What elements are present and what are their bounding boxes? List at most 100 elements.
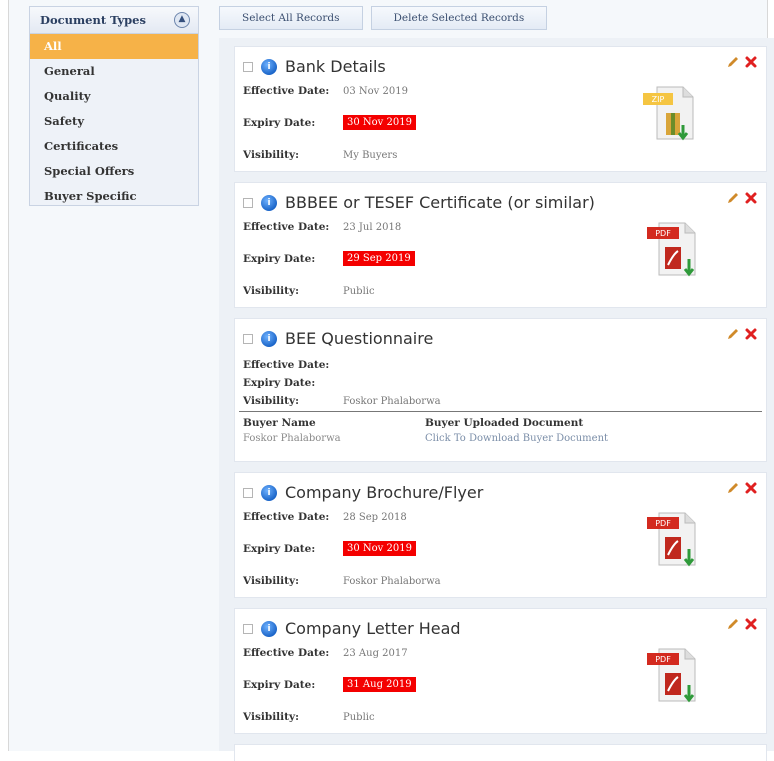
record-actions	[726, 327, 758, 341]
effective-date-label: Effective Date:	[243, 359, 330, 371]
buyer-name-value: Foskor Phalaborwa	[243, 433, 341, 444]
visibility-field: Visibility: Foskor Phalaborwa	[243, 575, 441, 587]
expiry-date-value: 30 Nov 2019	[343, 115, 416, 130]
record-card: i Bank Details Effective Date: 03 Nov 20…	[234, 46, 767, 172]
expiry-date-label: Expiry Date:	[243, 542, 316, 555]
buyer-document-column: Buyer Uploaded Document Click To Downloa…	[425, 417, 608, 444]
download-buyer-document-link[interactable]: Click To Download Buyer Document	[425, 433, 608, 444]
x-icon[interactable]	[744, 55, 758, 69]
expiry-date-value: 31 Aug 2019	[343, 677, 416, 692]
chevron-up-icon[interactable]: ▲	[174, 12, 190, 28]
effective-date-label: Effective Date:	[243, 647, 330, 659]
buyer-separator	[239, 411, 762, 412]
record-checkbox[interactable]	[243, 61, 253, 72]
record-card: i Company Letter Head Effective Date: 23…	[234, 608, 767, 734]
expiry-date-label: Expiry Date:	[243, 678, 316, 691]
record-title: BBBEE or TESEF Certificate (or similar)	[285, 193, 595, 212]
record-title: Company Brochure/Flyer	[285, 483, 484, 502]
expiry-date-field: Expiry Date: 31 Aug 2019	[243, 677, 416, 692]
record-title-row: i Company Brochure/Flyer	[243, 483, 483, 502]
sidebar-item-buyer-specific[interactable]: Buyer Specific	[30, 184, 198, 209]
pencil-icon[interactable]	[726, 481, 740, 495]
effective-date-label: Effective Date:	[243, 511, 330, 523]
effective-date-field: Effective Date: 23 Jul 2018	[243, 221, 401, 233]
record-title-row: i BBBEE or TESEF Certificate (or similar…	[243, 193, 595, 212]
zip-file-icon[interactable]: ZIP	[639, 83, 699, 143]
visibility-label: Visibility:	[243, 575, 299, 587]
sidebar-item-all[interactable]: All	[30, 34, 198, 59]
x-icon[interactable]	[744, 327, 758, 341]
effective-date-value: 28 Sep 2018	[343, 511, 407, 523]
visibility-field: Visibility: Public	[243, 711, 375, 723]
info-icon[interactable]: i	[261, 620, 277, 637]
expiry-date-label: Expiry Date:	[243, 252, 316, 265]
effective-date-label: Effective Date:	[243, 221, 330, 233]
pencil-icon[interactable]	[726, 617, 740, 631]
expiry-date-field: Expiry Date: 29 Sep 2019	[243, 251, 415, 266]
x-icon[interactable]	[744, 617, 758, 631]
sidebar-item-special-offers[interactable]: Special Offers	[30, 159, 198, 184]
record-title: Bank Details	[285, 57, 386, 76]
delete-selected-records-button[interactable]: Delete Selected Records	[370, 6, 548, 30]
visibility-label: Visibility:	[243, 285, 299, 297]
effective-date-field: Effective Date: 28 Sep 2018	[243, 511, 407, 523]
x-icon[interactable]	[744, 191, 758, 205]
record-title-row: i BEE Questionnaire	[243, 329, 433, 348]
record-actions	[726, 617, 758, 631]
document-types-header[interactable]: Document Types ▲	[30, 7, 198, 34]
sidebar-item-certificates[interactable]: Certificates	[30, 134, 198, 159]
record-checkbox[interactable]	[243, 197, 253, 208]
pdf-file-icon[interactable]: PDF	[645, 509, 701, 569]
pencil-icon[interactable]	[726, 327, 740, 341]
info-icon[interactable]: i	[261, 58, 277, 75]
expiry-date-label: Expiry Date:	[243, 116, 316, 129]
info-icon[interactable]: i	[261, 330, 277, 347]
effective-date-field: Effective Date:	[243, 359, 343, 371]
x-icon[interactable]	[744, 481, 758, 495]
record-checkbox[interactable]	[243, 333, 253, 344]
expiry-date-field: Expiry Date:	[243, 377, 343, 389]
buyer-name-header: Buyer Name	[243, 417, 316, 429]
record-card: i BEE Questionnaire Effective Date: Expi…	[234, 318, 767, 462]
visibility-value: My Buyers	[343, 149, 398, 161]
buyer-name-column: Buyer Name Foskor Phalaborwa	[243, 417, 341, 444]
records-list: i Bank Details Effective Date: 03 Nov 20…	[219, 38, 774, 761]
records-toolbar: Select All Records Delete Selected Recor…	[219, 6, 548, 30]
visibility-field: Visibility: My Buyers	[243, 149, 397, 161]
effective-date-field: Effective Date: 23 Aug 2017	[243, 647, 408, 659]
pdf-file-icon[interactable]: PDF	[645, 645, 701, 705]
record-checkbox[interactable]	[243, 487, 253, 498]
expiry-date-label: Expiry Date:	[243, 377, 316, 389]
record-title-row: i Bank Details	[243, 57, 386, 76]
pdf-badge-text: PDF	[655, 229, 671, 238]
record-checkbox[interactable]	[243, 623, 253, 634]
record-actions	[726, 55, 758, 69]
page-frame: Document Types ▲ All General Quality Saf…	[8, 0, 774, 761]
info-icon[interactable]: i	[261, 194, 277, 211]
visibility-label: Visibility:	[243, 149, 299, 161]
record-title-row: i Company Letter Head	[243, 619, 461, 638]
record-title: BEE Questionnaire	[285, 329, 434, 348]
effective-date-value: 23 Aug 2017	[343, 647, 408, 659]
info-icon[interactable]: i	[261, 484, 277, 501]
pencil-icon[interactable]	[726, 191, 740, 205]
pdf-badge-text: PDF	[655, 655, 671, 664]
expiry-date-field: Expiry Date: 30 Nov 2019	[243, 115, 416, 130]
sidebar-item-quality[interactable]: Quality	[30, 84, 198, 109]
effective-date-field: Effective Date: 03 Nov 2019	[243, 85, 408, 97]
expiry-date-value: 29 Sep 2019	[343, 251, 415, 266]
zip-badge-text: ZIP	[652, 95, 665, 104]
effective-date-label: Effective Date:	[243, 85, 330, 97]
record-card: i Company Brochure/Flyer Effective Date:…	[234, 472, 767, 598]
expiry-date-field: Expiry Date: 30 Nov 2019	[243, 541, 416, 556]
visibility-label: Visibility:	[243, 711, 299, 723]
pencil-icon[interactable]	[726, 55, 740, 69]
sidebar-item-general[interactable]: General	[30, 59, 198, 84]
pdf-file-icon[interactable]: PDF	[645, 219, 701, 279]
effective-date-value: 03 Nov 2019	[343, 85, 408, 97]
select-all-records-button[interactable]: Select All Records	[219, 6, 363, 30]
visibility-value: Public	[343, 711, 375, 723]
sidebar-item-safety[interactable]: Safety	[30, 109, 198, 134]
record-title: Company Letter Head	[285, 619, 461, 638]
pdf-badge-text: PDF	[655, 519, 671, 528]
